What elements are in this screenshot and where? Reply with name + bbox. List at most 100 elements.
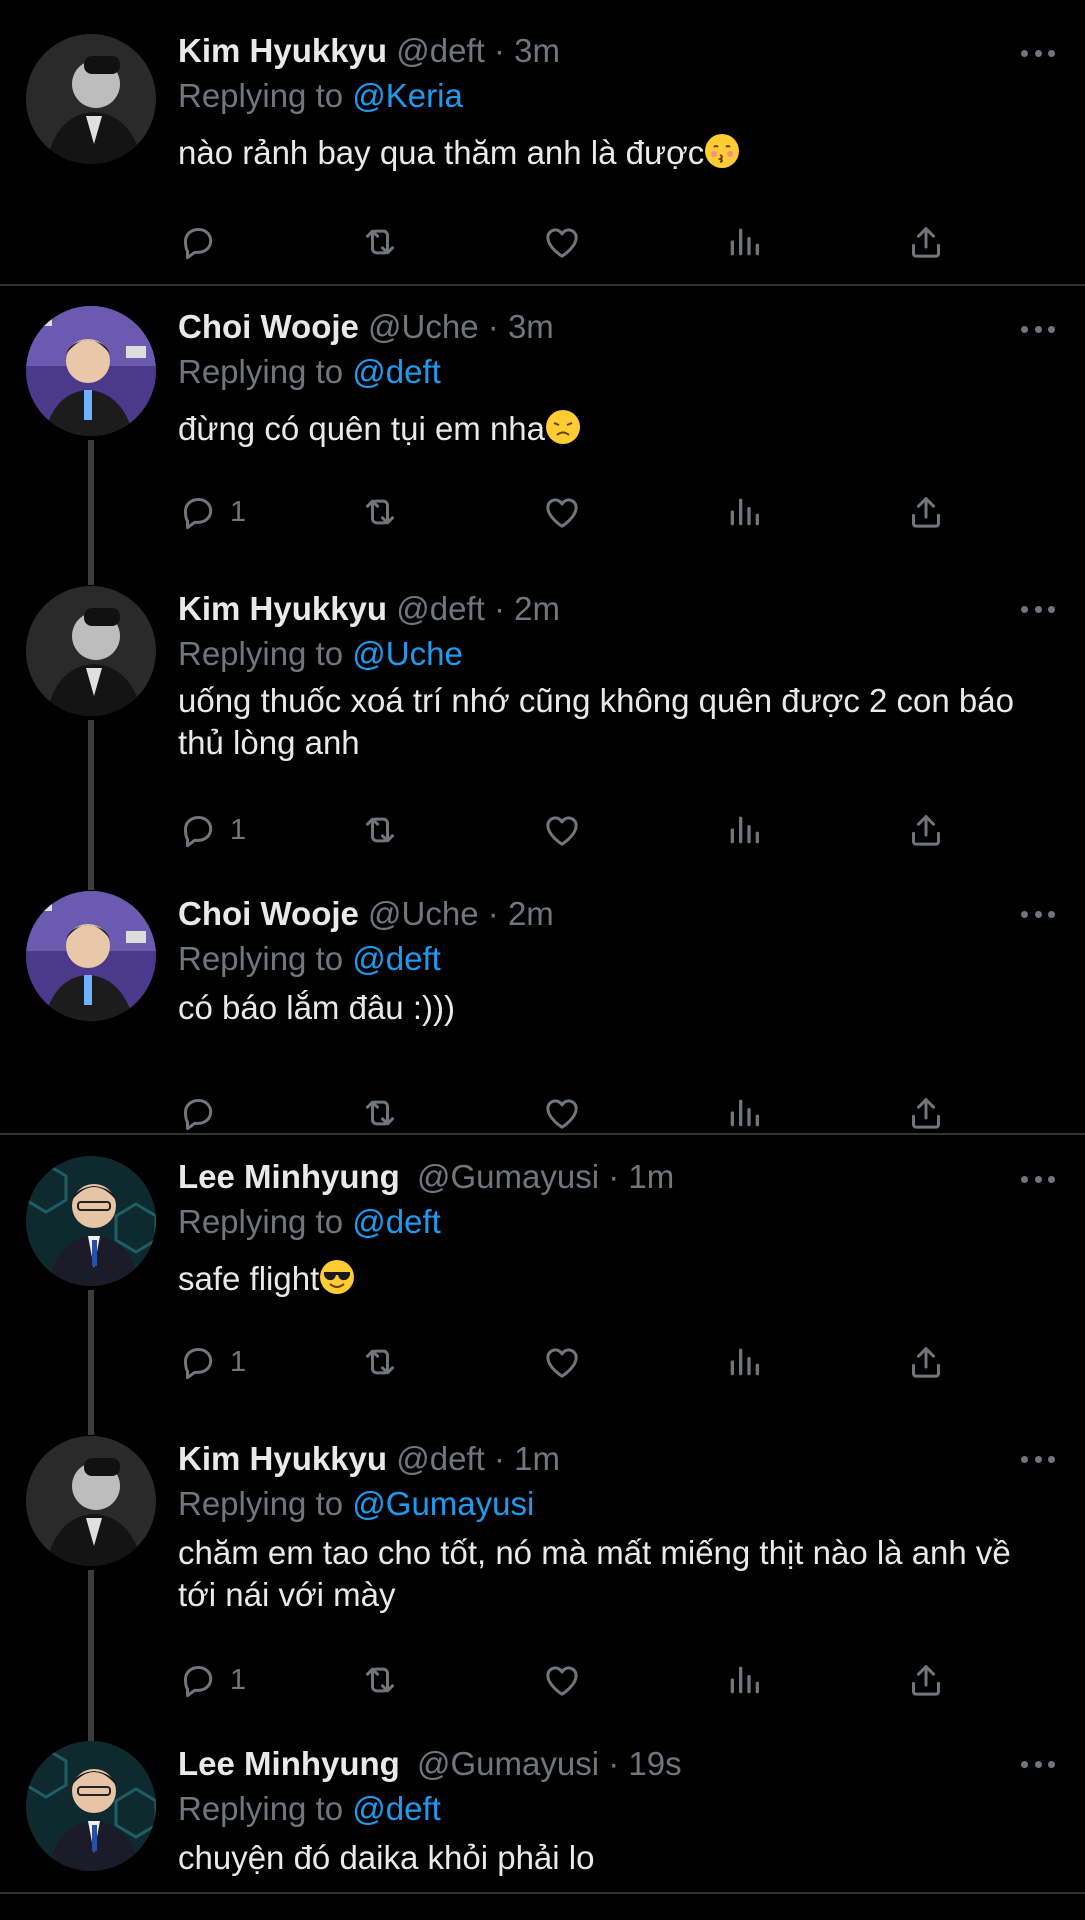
more-icon[interactable] [1021,1156,1055,1202]
like-icon [542,1660,582,1700]
reply-button[interactable]: 1 [178,1340,246,1384]
tweet[interactable]: Lee Minhyung @Gumayusi · 1m Replying to … [0,1140,1085,1430]
tweet-header: Choi Wooje @Uche · 3m [178,304,1055,350]
avatar[interactable] [26,891,156,1021]
like-button[interactable] [542,808,582,852]
tweet-text-content: đừng có quên tụi em nha [178,410,546,447]
avatar[interactable] [26,1741,156,1871]
avatar[interactable] [26,306,156,436]
display-name[interactable]: Lee Minhyung [178,1745,400,1782]
tweet-actions: 1 [178,1340,958,1384]
mention-link[interactable]: @Gumayusi [352,1485,534,1522]
separator-dot: · [487,308,499,345]
mention-link[interactable]: @deft [352,1790,441,1827]
avatar[interactable] [26,1436,156,1566]
tweet[interactable]: Choi Wooje @Uche · 2m Replying to @deft … [0,885,1085,1135]
tweet-text-content: chăm em tao cho tốt, nó mà mất miếng thị… [178,1534,1011,1613]
display-name[interactable]: Kim Hyukkyu [178,1440,387,1477]
handle[interactable]: @Uche [368,308,479,345]
replying-to: Replying to @deft [178,1200,1055,1244]
more-icon[interactable] [1021,306,1055,352]
more-icon[interactable] [1021,1741,1055,1787]
handle[interactable]: @Gumayusi [417,1158,599,1195]
retweet-button[interactable] [360,1091,400,1135]
handle[interactable]: @deft [396,1440,485,1477]
tweet-actions [178,1091,958,1135]
views-button[interactable] [724,1658,764,1702]
tweet-text: chăm em tao cho tốt, nó mà mất miếng thị… [178,1532,1055,1616]
timestamp[interactable]: 1m [628,1158,674,1195]
views-button[interactable] [724,220,764,264]
retweet-button[interactable] [360,1340,400,1384]
more-icon[interactable] [1021,586,1055,632]
timestamp[interactable]: 2m [514,590,560,627]
display-name[interactable]: Choi Wooje [178,308,359,345]
display-name[interactable]: Kim Hyukkyu [178,590,387,627]
share-button[interactable] [906,490,946,534]
timestamp[interactable]: 19s [628,1745,681,1782]
views-button[interactable] [724,1091,764,1135]
like-button[interactable] [542,1340,582,1384]
share-button[interactable] [906,1658,946,1702]
tweet[interactable]: Kim Hyukkyu @deft · 3m Replying to @Keri… [0,0,1085,290]
handle[interactable]: @Uche [368,895,479,932]
share-icon [906,492,946,532]
tweet[interactable]: Kim Hyukkyu @deft · 2m Replying to @Uche… [0,580,1085,885]
tweet[interactable]: Kim Hyukkyu @deft · 1m Replying to @Guma… [0,1430,1085,1735]
reply-button[interactable] [178,220,230,264]
handle[interactable]: @deft [396,590,485,627]
share-button[interactable] [906,808,946,852]
more-icon[interactable] [1021,30,1055,76]
display-name[interactable]: Lee Minhyung [178,1158,400,1195]
share-button[interactable] [906,220,946,264]
more-icon[interactable] [1021,1436,1055,1482]
separator-dot: · [493,1440,505,1477]
timestamp[interactable]: 3m [508,308,554,345]
retweet-icon [360,1342,400,1382]
display-name[interactable]: Choi Wooje [178,895,359,932]
mention-link[interactable]: @deft [352,1203,441,1240]
replying-to: Replying to @Uche [178,632,1055,676]
tweet-text: nào rảnh bay qua thăm anh là được [178,132,1055,174]
like-button[interactable] [542,1658,582,1702]
reply-button[interactable]: 1 [178,1658,246,1702]
tweet[interactable]: Choi Wooje @Uche · 3m Replying to @deft … [0,290,1085,580]
share-button[interactable] [906,1091,946,1135]
more-icon[interactable] [1021,891,1055,937]
avatar[interactable] [26,34,156,164]
mention-link[interactable]: @deft [352,353,441,390]
mention-link[interactable]: @Uche [352,635,463,672]
handle[interactable]: @Gumayusi [417,1745,599,1782]
timestamp[interactable]: 2m [508,895,554,932]
mention-link[interactable]: @Keria [352,77,463,114]
retweet-icon [360,810,400,850]
display-name[interactable]: Kim Hyukkyu [178,32,387,69]
mention-link[interactable]: @deft [352,940,441,977]
timestamp[interactable]: 3m [514,32,560,69]
like-button[interactable] [542,220,582,264]
like-button[interactable] [542,490,582,534]
divider [0,1133,1085,1135]
retweet-button[interactable] [360,808,400,852]
retweet-button[interactable] [360,220,400,264]
share-button[interactable] [906,1340,946,1384]
separator-dot: · [487,895,499,932]
retweet-button[interactable] [360,1658,400,1702]
retweet-button[interactable] [360,490,400,534]
tweet-header: Kim Hyukkyu @deft · 3m [178,28,1055,74]
views-button[interactable] [724,490,764,534]
like-button[interactable] [542,1091,582,1135]
avatar[interactable] [26,586,156,716]
timestamp[interactable]: 1m [514,1440,560,1477]
handle[interactable]: @deft [396,32,485,69]
reply-button[interactable] [178,1091,230,1135]
like-icon [542,1342,582,1382]
views-button[interactable] [724,808,764,852]
avatar[interactable] [26,1156,156,1286]
reply-button[interactable]: 1 [178,808,246,852]
share-icon [906,1342,946,1382]
views-button[interactable] [724,1340,764,1384]
share-icon [906,1093,946,1133]
reply-button[interactable]: 1 [178,490,246,534]
retweet-icon [360,492,400,532]
